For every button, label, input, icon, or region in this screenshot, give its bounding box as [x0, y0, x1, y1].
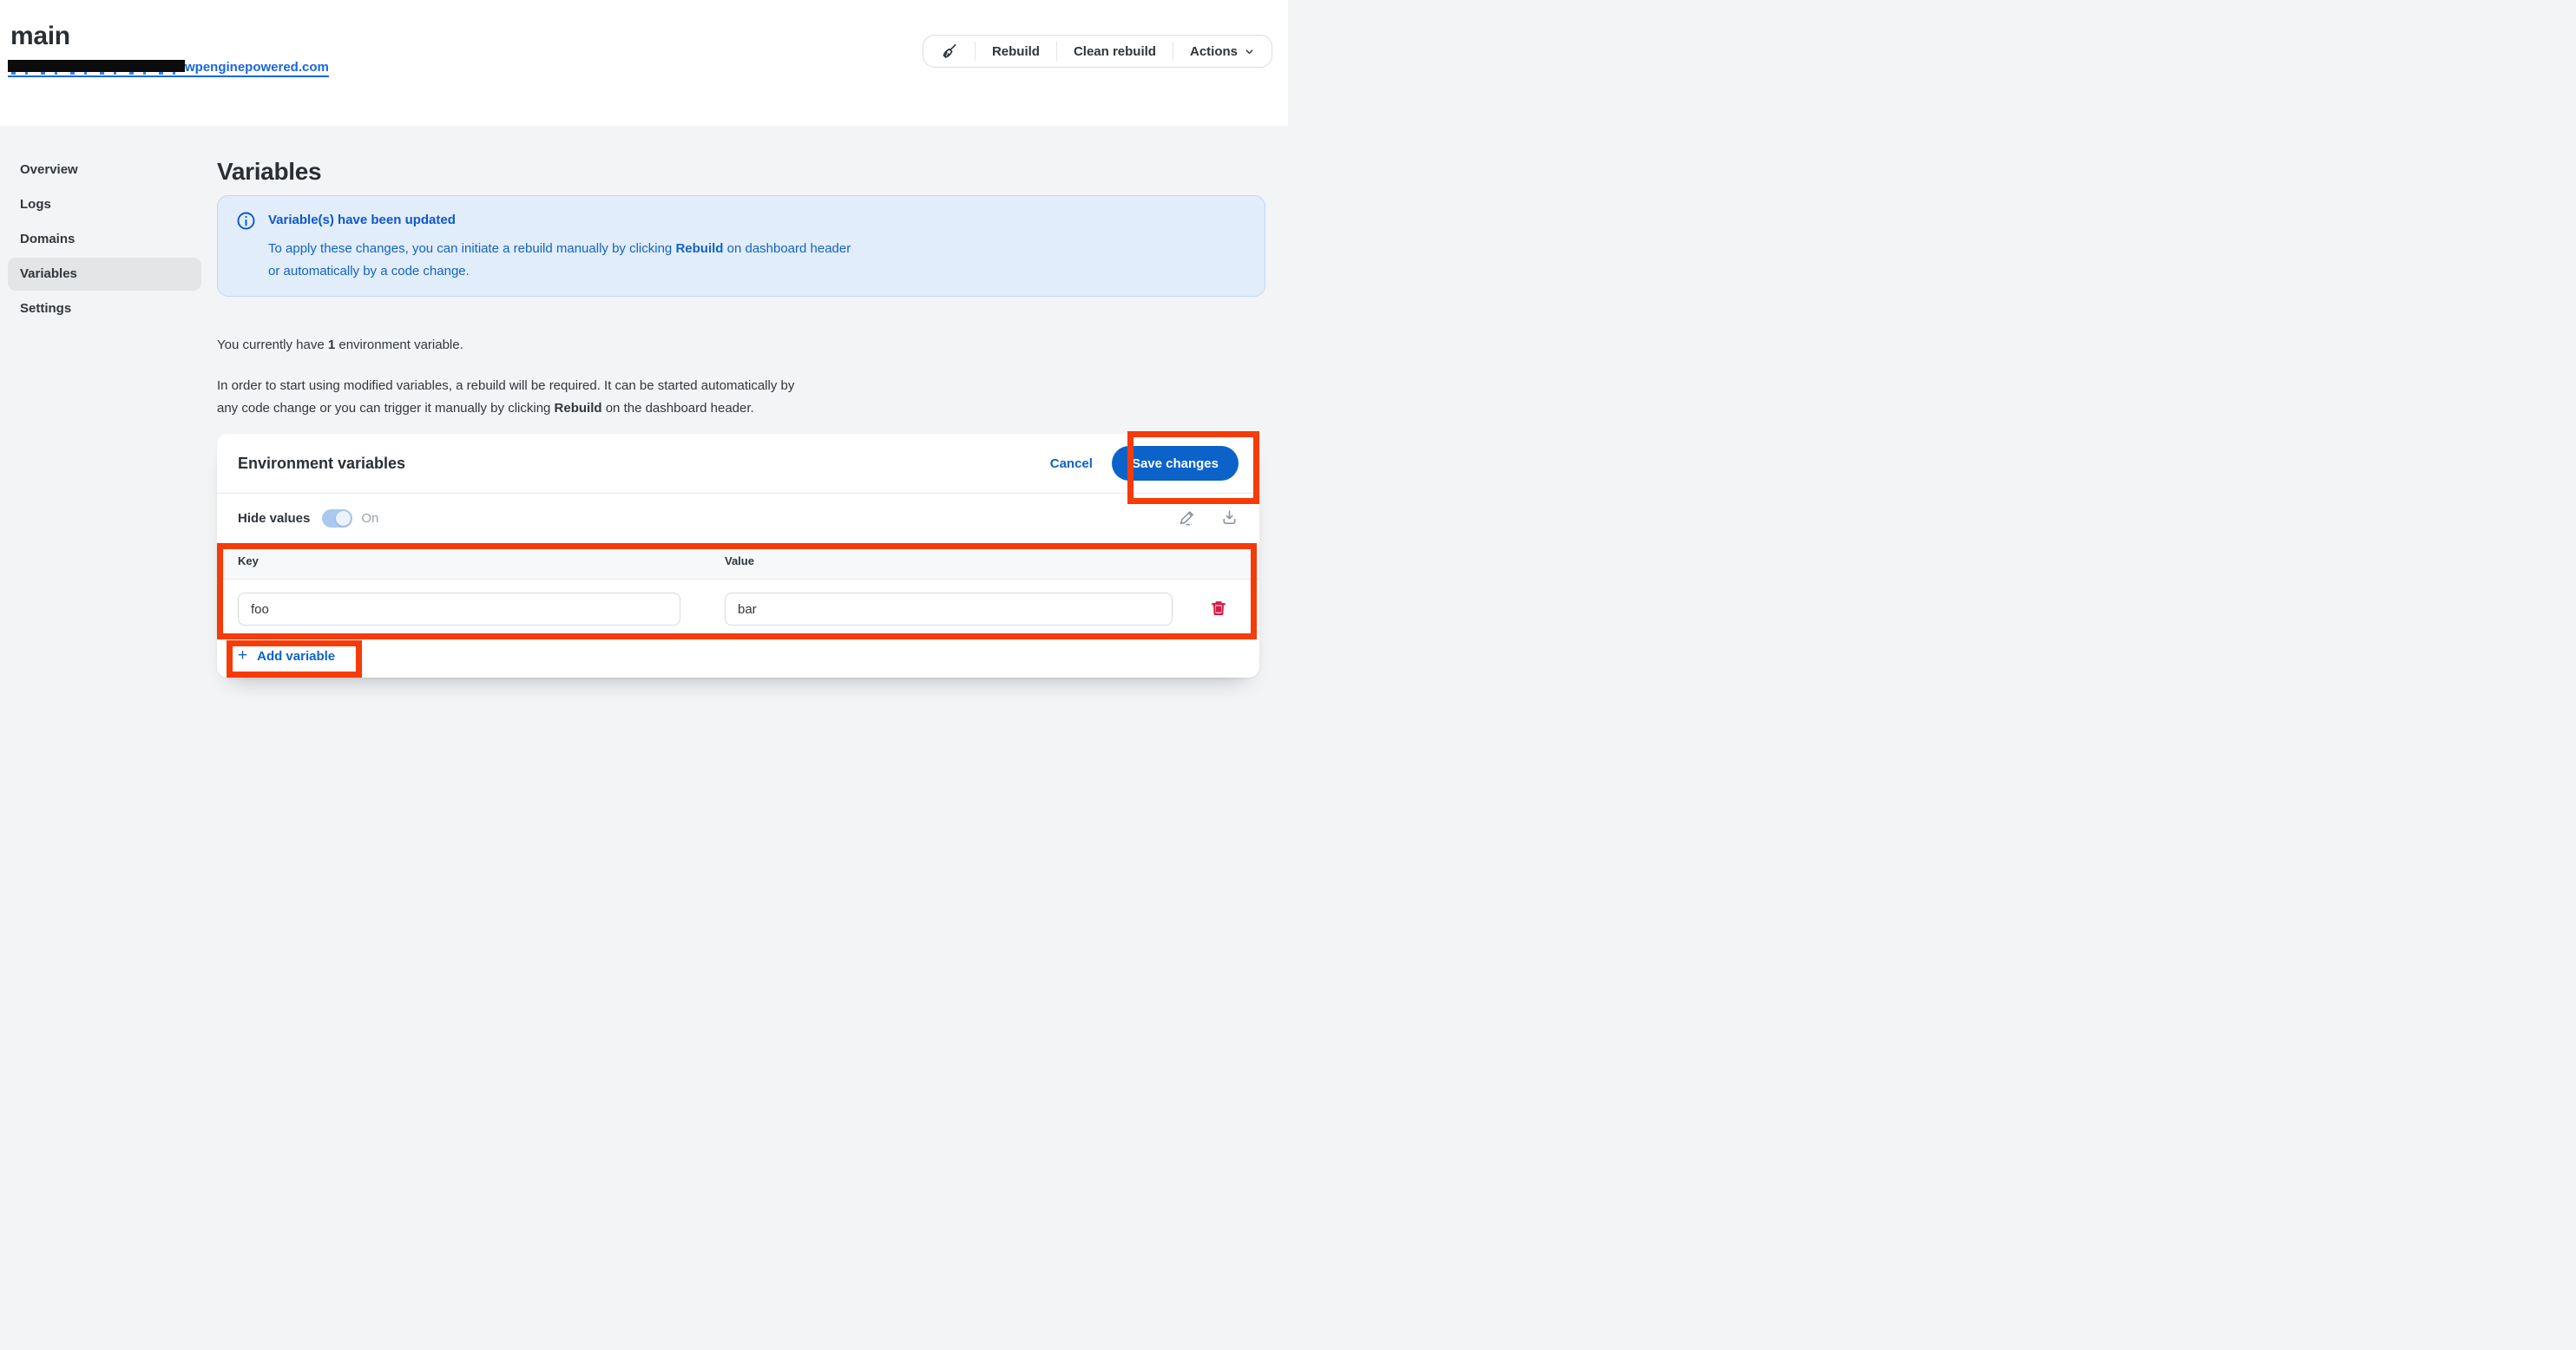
- card-header: Environment variables Cancel Save change…: [217, 434, 1259, 494]
- card-title: Environment variables: [238, 455, 405, 473]
- page: main wpenginepowered.com Rebuild Clean r…: [0, 0, 1288, 675]
- sidebar-item-domains[interactable]: Domains: [8, 223, 201, 256]
- pencil-icon: [1179, 508, 1197, 529]
- alert-body-text: on dashboard header: [723, 241, 851, 256]
- toggle-knob: [336, 511, 351, 526]
- environment-url-text: wpenginepowered.com: [185, 60, 329, 75]
- alert-body-bold: Rebuild: [675, 241, 723, 256]
- key-column-header: Key: [238, 554, 725, 567]
- alert-body-text: or automatically by a code change.: [268, 264, 470, 279]
- save-changes-button[interactable]: Save changes: [1112, 446, 1239, 481]
- value-column-header: Value: [725, 554, 1239, 567]
- note-bold: Rebuild: [555, 401, 602, 416]
- actions-label: Actions: [1190, 44, 1238, 59]
- sidebar-item-settings[interactable]: Settings: [8, 292, 201, 325]
- clean-rebuild-button[interactable]: Clean rebuild: [1057, 36, 1173, 67]
- top-header: main wpenginepowered.com Rebuild Clean r…: [0, 0, 1288, 126]
- edit-variables-button[interactable]: [1179, 508, 1197, 529]
- page-title: Variables: [217, 157, 1265, 187]
- cancel-button[interactable]: Cancel: [1050, 456, 1093, 471]
- alert-content: Variable(s) have been updated To apply t…: [268, 211, 851, 283]
- environment-url-link[interactable]: wpenginepowered.com: [8, 60, 329, 77]
- variables-table: Key Value: [217, 543, 1259, 639]
- download-variables-button[interactable]: [1220, 508, 1239, 529]
- plus-icon: +: [238, 647, 247, 665]
- hide-values-label: Hide values: [238, 511, 310, 526]
- card-header-actions: Cancel Save changes: [1050, 446, 1239, 481]
- alert-body: To apply these changes, you can initiate…: [268, 238, 851, 283]
- environment-toolbar: Rebuild Clean rebuild Actions: [923, 35, 1272, 68]
- summary-count: 1: [328, 338, 335, 352]
- rebuild-button[interactable]: Rebuild: [976, 36, 1056, 67]
- alert-body-text: To apply these changes, you can initiate…: [268, 241, 675, 256]
- rebuild-note-text: In order to start using modified variabl…: [217, 375, 1265, 420]
- note-text: on the dashboard header.: [602, 401, 754, 416]
- table-action-icons: [1179, 508, 1239, 529]
- variable-count-text: You currently have 1 environment variabl…: [217, 335, 1265, 356]
- table-header-row: Key Value: [217, 543, 1259, 580]
- delete-variable-button[interactable]: [1209, 599, 1228, 620]
- download-icon: [1220, 508, 1239, 529]
- note-text: In order to start using modified variabl…: [217, 378, 794, 393]
- add-variable-button[interactable]: + Add variable: [238, 647, 335, 665]
- actions-menu-button[interactable]: Actions: [1173, 36, 1272, 67]
- sidebar-item-variables[interactable]: Variables: [8, 258, 201, 291]
- note-text: any code change or you can trigger it ma…: [217, 401, 555, 416]
- add-variable-row: + Add variable: [217, 639, 1259, 665]
- info-icon: [236, 211, 256, 283]
- info-alert: Variable(s) have been updated To apply t…: [217, 195, 1265, 297]
- sidebar: Overview Logs Domains Variables Settings: [0, 126, 217, 675]
- summary-text: You currently have: [217, 338, 328, 352]
- environment-variables-card: Environment variables Cancel Save change…: [217, 434, 1259, 678]
- hide-values-toggle[interactable]: [322, 509, 352, 528]
- add-variable-label: Add variable: [257, 649, 335, 664]
- toggle-state-label: On: [361, 511, 378, 526]
- variable-key-input[interactable]: [238, 593, 680, 626]
- sidebar-item-logs[interactable]: Logs: [8, 188, 201, 221]
- variable-row: [217, 580, 1259, 639]
- broom-icon: [940, 43, 958, 61]
- main-content: Variables Variable(s) have been updated …: [217, 126, 1265, 675]
- redaction-bar: [8, 60, 185, 72]
- chevron-down-icon: [1244, 46, 1255, 57]
- summary-text: environment variable.: [335, 338, 463, 352]
- hide-values-row: Hide values On: [217, 494, 1259, 543]
- clean-cache-button[interactable]: [923, 36, 975, 67]
- trash-icon: [1209, 599, 1228, 620]
- variable-value-input[interactable]: [725, 593, 1173, 626]
- sidebar-item-overview[interactable]: Overview: [8, 154, 201, 187]
- alert-title: Variable(s) have been updated: [268, 211, 851, 230]
